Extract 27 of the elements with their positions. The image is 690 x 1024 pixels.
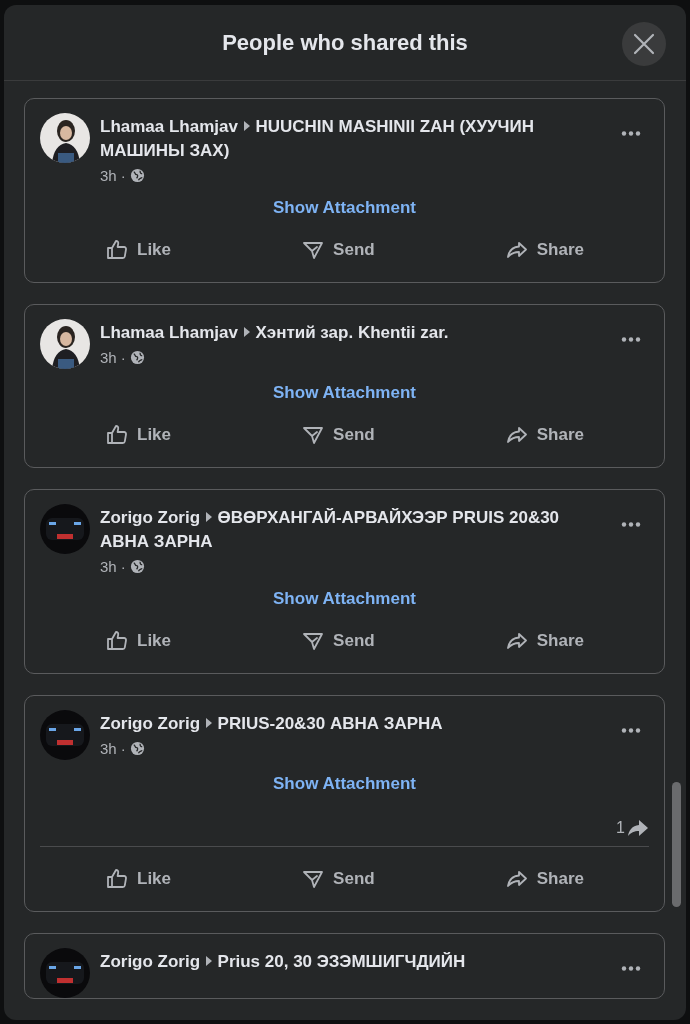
send-button[interactable]: Send <box>291 625 385 657</box>
like-button[interactable]: Like <box>95 625 182 657</box>
post-heading: Zorigo Zorig ӨВӨРХАНГАЙ-АРВАЙХЭЭР PRUIS 20&30 АВНА ЗАРНА <box>100 507 561 553</box>
show-attachment-link[interactable]: Show Attachment <box>273 774 416 794</box>
like-button[interactable]: Like <box>95 234 182 266</box>
share-button[interactable]: Share <box>494 863 594 895</box>
share-count[interactable]: 1 <box>616 819 625 837</box>
post-time[interactable]: 3h · <box>100 558 126 575</box>
post-heading: Zorigo Zorig PRIUS-20&30 АВНА ЗАРНА <box>100 713 444 735</box>
share-button[interactable]: Share <box>494 419 594 451</box>
post-time[interactable]: 3h · <box>100 167 126 184</box>
post-time[interactable]: 3h · <box>100 349 126 366</box>
post-time[interactable]: 3h · <box>100 740 126 757</box>
like-button[interactable]: Like <box>95 419 182 451</box>
dialog-title: People who shared this <box>222 29 468 56</box>
show-attachment-link[interactable]: Show Attachment <box>273 383 416 403</box>
share-button[interactable]: Share <box>494 625 594 657</box>
show-attachment-link[interactable]: Show Attachment <box>273 589 416 609</box>
share-button[interactable]: Share <box>494 234 594 266</box>
send-button[interactable]: Send <box>291 419 385 451</box>
post-heading: Lhamaa Lhamjav HUUCHIN MASHINII ZAH (ХУУЧИН МАШИНЫ ЗАХ) <box>100 116 535 162</box>
show-attachment-link[interactable]: Show Attachment <box>273 198 416 218</box>
post-heading: Lhamaa Lhamjav Хэнтий зар. Khentii zar. <box>100 322 450 344</box>
send-button[interactable]: Send <box>291 863 385 895</box>
send-button[interactable]: Send <box>291 234 385 266</box>
like-button[interactable]: Like <box>95 863 182 895</box>
post-heading: Zorigo Zorig Prius 20, 30 ЭЗЭМШИГЧДИЙН <box>100 951 467 973</box>
